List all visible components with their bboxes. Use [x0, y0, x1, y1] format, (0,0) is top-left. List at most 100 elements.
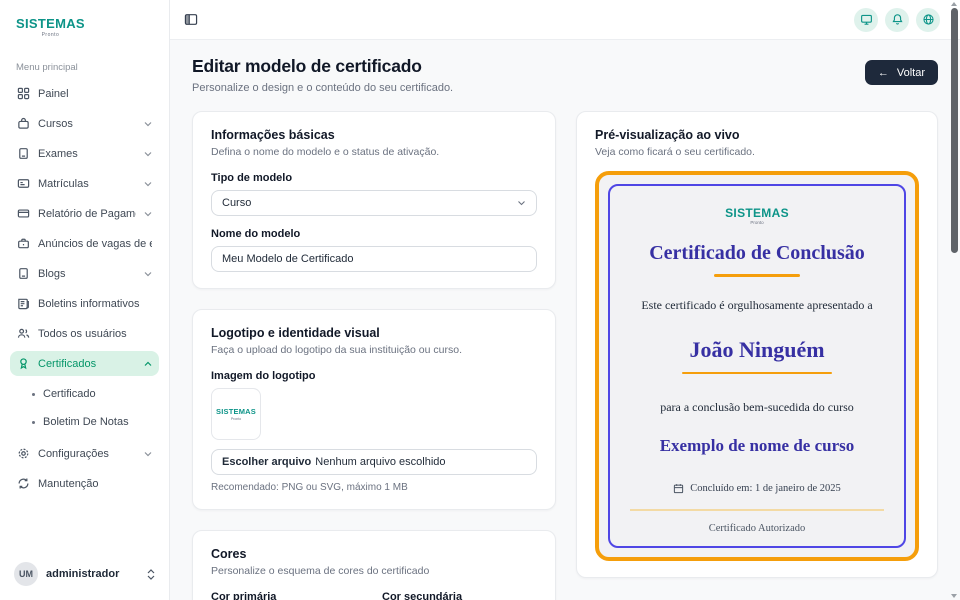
- panel-icon: [184, 13, 198, 26]
- preview-column: Pré-visualização ao vivo Veja como ficar…: [576, 111, 938, 600]
- sidebar: SISTEMAS Pronto Menu principal Painel Cu…: [0, 0, 170, 600]
- scroll-down-arrow[interactable]: [951, 594, 957, 598]
- choose-file-button[interactable]: Escolher arquivo: [222, 456, 311, 468]
- logo-card: Logotipo e identidade visual Faça o uplo…: [192, 309, 556, 510]
- page-content: Editar modelo de certificado Personalize…: [170, 40, 960, 600]
- colors-card: Cores Personalize o esquema de cores do …: [192, 530, 556, 600]
- users-icon: [17, 327, 30, 340]
- chevron-down-icon: [144, 181, 152, 187]
- sidebar-item-label: Manutenção: [38, 478, 99, 490]
- page-header: Editar modelo de certificado Personalize…: [192, 56, 938, 94]
- sidebar-item-exames[interactable]: Exames: [10, 141, 159, 166]
- card-subtitle: Faça o upload do logotipo da sua institu…: [211, 344, 537, 356]
- avatar: UM: [14, 562, 38, 586]
- logo-preview-tagline: Pronto: [231, 417, 241, 421]
- certificate-date-text: Concluído em: 1 de janeiro de 2025: [690, 483, 840, 494]
- sidebar-item-label: Painel: [38, 88, 69, 100]
- sidebar-item-anuncios-vagas[interactable]: Anúncios de vagas de empre: [10, 231, 159, 256]
- gear-icon: [17, 447, 30, 460]
- card-subtitle: Veja como ficará o seu certificado.: [595, 146, 919, 158]
- logo-image-label: Imagem do logotipo: [211, 370, 537, 382]
- sidebar-item-boletins-informativos[interactable]: Boletins informativos: [10, 291, 159, 316]
- topbar: [170, 0, 960, 40]
- award-icon: [17, 357, 30, 370]
- bag-icon: [17, 117, 30, 130]
- sidebar-item-label: Todos os usuários: [38, 328, 127, 340]
- calendar-icon: [673, 483, 684, 494]
- sidebar-item-cursos[interactable]: Cursos: [10, 111, 159, 136]
- brand-logo[interactable]: SISTEMAS Pronto: [10, 12, 89, 38]
- card-title: Pré-visualização ao vivo: [595, 128, 919, 142]
- maintenance-sync-icon: [17, 477, 30, 490]
- file-hint: Recomendado: PNG ou SVG, máximo 1 MB: [211, 482, 537, 493]
- sidebar-toggle-button[interactable]: [184, 13, 198, 26]
- certificate-recipient-name: João Ninguém: [689, 337, 824, 363]
- recipient-underline: [682, 372, 832, 374]
- secondary-color-label: Cor secundária: [382, 591, 537, 600]
- chevron-down-icon: [144, 271, 152, 277]
- certificate-preview: SISTEMAS Pronto Certificado de Conclusão…: [595, 171, 919, 561]
- sidebar-nav: Painel Cursos Exames Matrículas Relatóri…: [10, 81, 159, 501]
- user-menu[interactable]: UM administrador: [10, 562, 159, 586]
- sidebar-item-label: Exames: [38, 148, 78, 160]
- template-name-label: Nome do modelo: [211, 228, 537, 240]
- colors-row: Cor primária Cor secundária: [211, 577, 537, 600]
- form-column: Informações básicas Defina o nome do mod…: [192, 111, 556, 600]
- logo-file-input[interactable]: Escolher arquivo Nenhum arquivo escolhid…: [211, 449, 537, 475]
- bell-icon: [891, 13, 904, 26]
- newspaper-icon: [17, 297, 30, 310]
- template-type-select[interactable]: Curso: [211, 190, 537, 216]
- chevron-down-icon: [144, 151, 152, 157]
- app-window: SISTEMAS Pronto Menu principal Painel Cu…: [0, 0, 960, 600]
- chevron-down-icon: [144, 121, 152, 127]
- sidebar-subitem-boletim-de-notas[interactable]: Boletim De Notas: [10, 411, 159, 433]
- sidebar-item-label: Blogs: [38, 268, 66, 280]
- sidebar-item-configuracoes[interactable]: Configurações: [10, 441, 159, 466]
- card-subtitle: Defina o nome do modelo e o status de at…: [211, 146, 537, 158]
- sidebar-item-painel[interactable]: Painel: [10, 81, 159, 106]
- certificate-course-name: Exemplo de nome de curso: [660, 436, 855, 456]
- sidebar-item-matriculas[interactable]: Matrículas: [10, 171, 159, 196]
- certificate-logo: SISTEMAS Pronto: [725, 206, 789, 225]
- chevron-down-icon: [144, 211, 152, 217]
- brand-tagline: Pronto: [16, 32, 85, 38]
- display-mode-button[interactable]: [854, 8, 878, 32]
- notebook-icon: [17, 267, 30, 280]
- language-button[interactable]: [916, 8, 940, 32]
- sidebar-subitem-label: Certificado: [43, 388, 96, 400]
- live-preview-card: Pré-visualização ao vivo Veja como ficar…: [576, 111, 938, 578]
- certificate-presented-text: Este certificado é orgulhosamente aprese…: [641, 298, 872, 313]
- sidebar-item-label: Matrículas: [38, 178, 89, 190]
- id-card-icon: [17, 177, 30, 190]
- template-name-input[interactable]: [211, 246, 537, 272]
- logo-preview: SISTEMAS Pronto: [211, 388, 261, 440]
- topbar-actions: [854, 8, 940, 32]
- back-button[interactable]: ← Voltar: [865, 60, 938, 85]
- scroll-up-arrow[interactable]: [951, 2, 957, 6]
- sidebar-item-manutencao[interactable]: Manutenção: [10, 471, 159, 496]
- certificate-divider: [630, 509, 884, 511]
- sidebar-item-certificados[interactable]: Certificados: [10, 351, 159, 376]
- back-button-label: Voltar: [897, 67, 925, 79]
- certificate-completion-text: para a conclusão bem-sucedida do curso: [660, 400, 854, 415]
- notifications-button[interactable]: [885, 8, 909, 32]
- certificate-footer-text: Certificado Autorizado: [709, 523, 806, 534]
- book-icon: [17, 147, 30, 160]
- grid-icon: [17, 87, 30, 100]
- chevron-down-icon: [144, 451, 152, 457]
- certificate-date-row: Concluído em: 1 de janeiro de 2025: [673, 483, 840, 494]
- sidebar-item-blogs[interactable]: Blogs: [10, 261, 159, 286]
- sidebar-item-label: Certificados: [38, 358, 96, 370]
- template-type-label: Tipo de modelo: [211, 172, 537, 184]
- scrollbar-thumb[interactable]: [951, 8, 958, 253]
- credit-card-icon: [17, 207, 30, 220]
- window-scrollbar[interactable]: [948, 0, 960, 600]
- sidebar-item-relatorio-pagamento[interactable]: Relatório de Pagamento: [10, 201, 159, 226]
- sidebar-subitem-certificado[interactable]: Certificado: [10, 383, 159, 405]
- sidebar-subitem-label: Boletim De Notas: [43, 416, 129, 428]
- template-type-value: Curso: [222, 197, 251, 209]
- main-area: Editar modelo de certificado Personalize…: [170, 0, 960, 600]
- globe-icon: [922, 13, 935, 26]
- user-name: administrador: [46, 568, 119, 580]
- sidebar-item-todos-usuarios[interactable]: Todos os usuários: [10, 321, 159, 346]
